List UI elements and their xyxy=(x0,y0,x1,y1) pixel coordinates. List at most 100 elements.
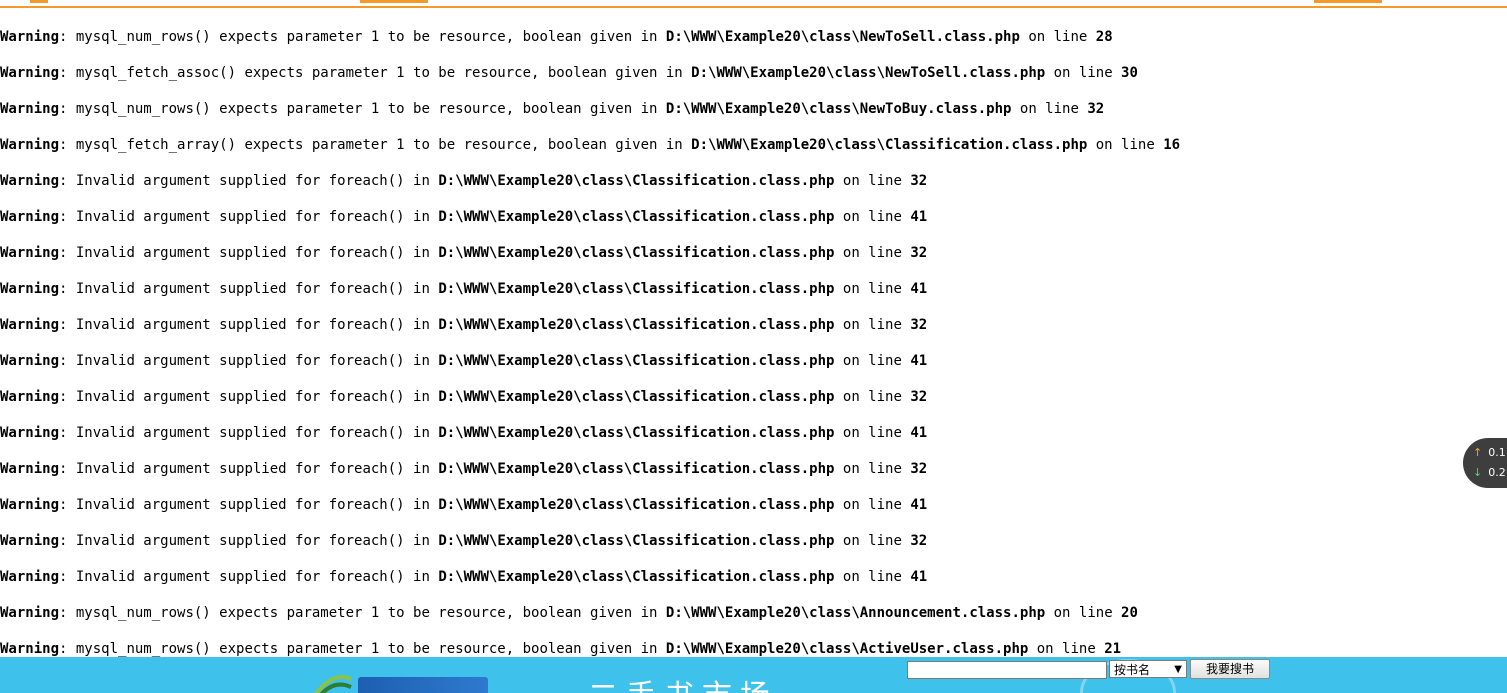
chevron-down-icon: ▼ xyxy=(1174,664,1182,675)
warning-line: Warning: Invalid argument supplied for f… xyxy=(0,387,1460,423)
warning-on-line: on line xyxy=(834,389,911,405)
site-logo-icon xyxy=(314,675,352,693)
top-nav-marker xyxy=(360,0,428,3)
warning-label: Warning xyxy=(0,281,60,297)
warning-label: Warning xyxy=(0,641,60,657)
warning-file-path: D:\WWW\Example20\class\NewToSell.class.p… xyxy=(665,29,1020,45)
warning-on-line: on line xyxy=(834,173,911,189)
warning-on-line: on line xyxy=(1011,101,1088,117)
warning-on-line: on line xyxy=(1087,137,1164,153)
warning-line: Warning: mysql_fetch_array() expects par… xyxy=(0,135,1460,171)
warning-label: Warning xyxy=(0,29,60,45)
warning-line-number: 32 xyxy=(910,533,928,549)
warning-line: Warning: mysql_fetch_assoc() expects par… xyxy=(0,63,1460,99)
warning-line-number: 41 xyxy=(910,209,928,225)
warning-on-line: on line xyxy=(1045,605,1122,621)
search-type-select[interactable]: 按书名 ▼ xyxy=(1109,660,1187,678)
warning-line: Warning: Invalid argument supplied for f… xyxy=(0,567,1460,603)
warning-label: Warning xyxy=(0,317,60,333)
warning-on-line: on line xyxy=(1045,65,1122,81)
search-button[interactable]: 我要搜书 xyxy=(1190,659,1270,679)
warning-label: Warning xyxy=(0,425,60,441)
warning-line: Warning: Invalid argument supplied for f… xyxy=(0,243,1460,279)
warning-line-number: 41 xyxy=(910,569,928,585)
warning-message: : Invalid argument supplied for foreach(… xyxy=(59,533,439,549)
warning-file-path: D:\WWW\Example20\class\ActiveUser.class.… xyxy=(665,641,1029,657)
arrow-up-icon: ↑ xyxy=(1473,446,1483,459)
warning-file-path: D:\WWW\Example20\class\Classification.cl… xyxy=(438,317,835,333)
warning-message: : mysql_fetch_array() expects parameter … xyxy=(59,137,692,153)
warning-file-path: D:\WWW\Example20\class\Classification.cl… xyxy=(438,389,835,405)
warning-line: Warning: Invalid argument supplied for f… xyxy=(0,207,1460,243)
warning-file-path: D:\WWW\Example20\class\NewToBuy.class.ph… xyxy=(665,101,1012,117)
warning-line-number: 32 xyxy=(1087,101,1105,117)
warning-on-line: on line xyxy=(834,461,911,477)
warning-on-line: on line xyxy=(834,245,911,261)
warning-message: : Invalid argument supplied for foreach(… xyxy=(59,569,439,585)
warning-line-number: 41 xyxy=(910,353,928,369)
warning-on-line: on line xyxy=(834,281,911,297)
warning-on-line: on line xyxy=(834,317,911,333)
warning-line-number: 32 xyxy=(910,461,928,477)
php-warning-list: Warning: mysql_num_rows() expects parame… xyxy=(0,27,1460,675)
banner-title: 二手书市场 xyxy=(588,671,778,693)
warning-file-path: D:\WWW\Example20\class\Classification.cl… xyxy=(438,533,835,549)
warning-message: : Invalid argument supplied for foreach(… xyxy=(59,389,439,405)
warning-label: Warning xyxy=(0,101,60,117)
warning-file-path: D:\WWW\Example20\class\Classification.cl… xyxy=(438,461,835,477)
warning-file-path: D:\WWW\Example20\class\NewToSell.class.p… xyxy=(691,65,1046,81)
search-type-selected: 按书名 xyxy=(1114,663,1151,677)
warning-line-number: 21 xyxy=(1104,641,1122,657)
warning-message: : Invalid argument supplied for foreach(… xyxy=(59,317,439,333)
warning-message: : mysql_num_rows() expects parameter 1 t… xyxy=(59,29,666,45)
warning-label: Warning xyxy=(0,173,60,189)
search-input[interactable] xyxy=(907,661,1107,679)
warning-label: Warning xyxy=(0,353,60,369)
warning-line: Warning: mysql_num_rows() expects parame… xyxy=(0,603,1460,639)
site-header-banner: 二手书市场 xyxy=(0,657,1507,693)
warning-message: : mysql_fetch_assoc() expects parameter … xyxy=(59,65,692,81)
warning-on-line: on line xyxy=(1028,641,1105,657)
network-speed-widget[interactable]: ↑ 0.1 ↓ 0.2 xyxy=(1463,438,1507,488)
warning-file-path: D:\WWW\Example20\class\Classification.cl… xyxy=(438,569,835,585)
warning-message: : mysql_num_rows() expects parameter 1 t… xyxy=(59,641,666,657)
warning-label: Warning xyxy=(0,605,60,621)
warning-label: Warning xyxy=(0,209,60,225)
warning-line-number: 41 xyxy=(910,497,928,513)
warning-line-number: 32 xyxy=(910,389,928,405)
warning-line: Warning: Invalid argument supplied for f… xyxy=(0,171,1460,207)
warning-line-number: 32 xyxy=(910,173,928,189)
warning-label: Warning xyxy=(0,137,60,153)
top-nav-marker xyxy=(30,0,48,3)
download-speed-value: 0.2 xyxy=(1488,466,1506,479)
warning-file-path: D:\WWW\Example20\class\Classification.cl… xyxy=(438,497,835,513)
warning-file-path: D:\WWW\Example20\class\Classification.cl… xyxy=(438,425,835,441)
warning-label: Warning xyxy=(0,497,60,513)
warning-line-number: 32 xyxy=(910,245,928,261)
warning-line: Warning: Invalid argument supplied for f… xyxy=(0,495,1460,531)
top-orange-rule xyxy=(0,0,1507,8)
warning-line: Warning: Invalid argument supplied for f… xyxy=(0,459,1460,495)
warning-line: Warning: mysql_num_rows() expects parame… xyxy=(0,27,1460,63)
warning-file-path: D:\WWW\Example20\class\Classification.cl… xyxy=(691,137,1088,153)
warning-on-line: on line xyxy=(834,497,911,513)
warning-line: Warning: Invalid argument supplied for f… xyxy=(0,351,1460,387)
warning-on-line: on line xyxy=(834,209,911,225)
warning-on-line: on line xyxy=(1019,29,1096,45)
warning-message: : Invalid argument supplied for foreach(… xyxy=(59,353,439,369)
warning-label: Warning xyxy=(0,569,60,585)
top-nav-marker xyxy=(1314,0,1382,3)
warning-on-line: on line xyxy=(834,533,911,549)
warning-message: : Invalid argument supplied for foreach(… xyxy=(59,209,439,225)
warning-line-number: 16 xyxy=(1163,137,1181,153)
warning-line-number: 41 xyxy=(910,281,928,297)
warning-line: Warning: Invalid argument supplied for f… xyxy=(0,531,1460,567)
warning-message: : mysql_num_rows() expects parameter 1 t… xyxy=(59,101,666,117)
warning-line-number: 28 xyxy=(1095,29,1113,45)
warning-on-line: on line xyxy=(834,425,911,441)
warning-label: Warning xyxy=(0,533,60,549)
warning-line-number: 20 xyxy=(1121,605,1138,621)
warning-message: : Invalid argument supplied for foreach(… xyxy=(59,461,439,477)
upload-speed-value: 0.1 xyxy=(1488,446,1506,459)
warning-file-path: D:\WWW\Example20\class\Announcement.clas… xyxy=(665,605,1046,621)
